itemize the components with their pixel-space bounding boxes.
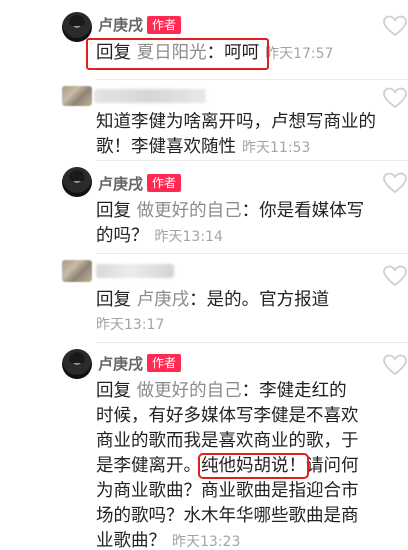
reply-prefix: 回复	[96, 290, 131, 310]
comment-text: 知道李健为啥离开吗，卢想写商业的歌！李健喜欢随性 昨天11:53	[96, 110, 388, 161]
highlighted-content: 纯他妈胡说！	[198, 453, 309, 479]
reply-to-user[interactable]: 做更好的自己	[137, 381, 242, 401]
heart-outline-icon[interactable]	[382, 171, 408, 195]
avatar[interactable]	[62, 349, 92, 379]
heart-outline-icon[interactable]	[382, 14, 408, 38]
comment-timestamp: 昨天13:23	[172, 534, 241, 550]
reply-prefix: 回复	[96, 381, 131, 401]
comment-timestamp: 昨天13:14	[154, 229, 223, 245]
heart-outline-icon[interactable]	[382, 86, 408, 110]
comment-item: 卢庚戌 作者 回复 做更好的自己：你是看媒体写的吗？ 昨天13:14	[0, 161, 408, 253]
reply-prefix: 回复	[96, 201, 131, 221]
comment-text: 回复 做更好的自己：李健走红的时候，有好多媒体写李健是不喜欢商业的歌而我是喜欢商…	[96, 379, 361, 550]
comment-text: 回复 做更好的自己：你是看媒体写的吗？ 昨天13:14	[96, 199, 368, 250]
avatar[interactable]	[62, 167, 92, 197]
comment-username[interactable]: 卢庚戌	[98, 353, 143, 374]
comment-text: 回复 卢庚戌：是的。官方报道 昨天13:17	[96, 288, 388, 338]
comment-content: 是的。官方报道	[206, 290, 330, 310]
comment-timestamp: 昨天13:17	[96, 317, 165, 333]
reply-separator: ：	[241, 381, 260, 401]
comment-username[interactable]: 卢庚戌	[98, 14, 143, 35]
reply-separator: ：	[189, 290, 207, 310]
heart-outline-icon[interactable]	[382, 264, 408, 288]
comment-content: 知道李健为啥离开吗，卢想写商业的歌！李健喜欢随性	[96, 112, 376, 157]
reply-to-user[interactable]: 做更好的自己	[137, 201, 242, 221]
highlight-box	[86, 38, 269, 70]
comment-timestamp: 昨天11:53	[242, 140, 311, 156]
comment-item: 知道李健为啥离开吗，卢想写商业的歌！李健喜欢随性 昨天11:53	[0, 80, 408, 160]
author-badge: 作者	[147, 354, 182, 372]
blurred-username	[94, 89, 206, 103]
author-badge: 作者	[147, 174, 182, 192]
avatar[interactable]	[62, 260, 92, 282]
avatar[interactable]	[62, 86, 92, 106]
reply-to-user[interactable]: 卢庚戌	[137, 290, 190, 310]
comment-timestamp: 昨天17:57	[265, 46, 334, 62]
comment-item: 卢庚戌 作者 回复 做更好的自己：李健走红的时候，有好多媒体写李健是不喜欢商业的…	[0, 343, 408, 550]
heart-outline-icon[interactable]	[382, 353, 408, 377]
blurred-username	[96, 264, 174, 278]
comment-item: 卢庚戌 作者 回复 夏日阳光：呵呵 昨天17:57	[0, 0, 408, 80]
comment-item: 回复 卢庚戌：是的。官方报道 昨天13:17	[0, 254, 408, 342]
reply-separator: ：	[241, 201, 260, 221]
comment-username[interactable]: 卢庚戌	[98, 173, 143, 194]
author-badge: 作者	[147, 16, 182, 34]
